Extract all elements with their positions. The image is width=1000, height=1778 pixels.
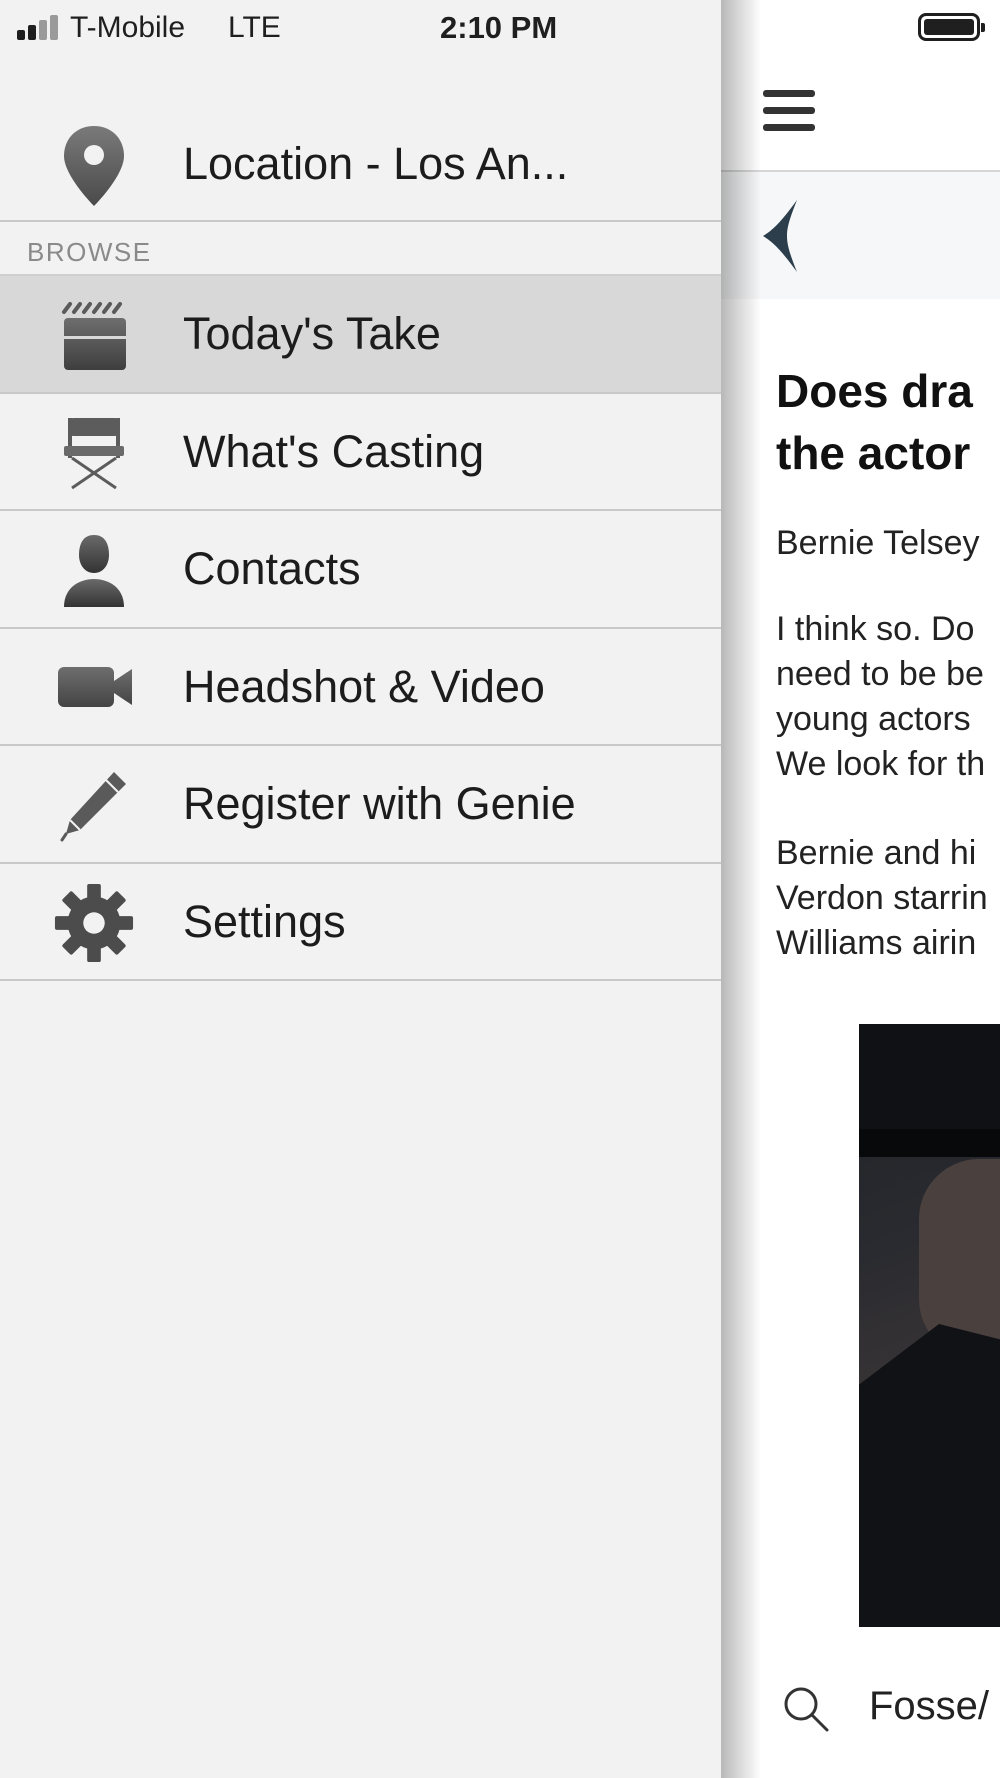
menu-item-label: Settings xyxy=(183,895,346,947)
back-chevron-icon[interactable] xyxy=(763,200,803,272)
menu-item-label: Headshot & Video xyxy=(183,660,545,712)
menu-item-todays-take[interactable]: Today's Take xyxy=(0,276,721,394)
location-label: Location - Los An... xyxy=(183,138,569,189)
carrier-name: T-Mobile xyxy=(70,11,186,44)
network-type: LTE xyxy=(228,11,281,44)
article-body: Does dra the actor Bernie Telsey I think… xyxy=(776,360,1000,966)
browse-section-header: BROWSE xyxy=(0,224,721,276)
menu-item-label: Register with Genie xyxy=(183,778,576,829)
article-headline: Does dra the actor xyxy=(776,365,973,479)
menu-item-label: Contacts xyxy=(183,543,361,594)
person-icon xyxy=(64,535,124,607)
pencil-icon xyxy=(60,772,126,842)
battery-icon xyxy=(918,13,985,41)
clapperboard-icon xyxy=(62,302,126,370)
article-paragraph: Bernie and hi Verdon starrin Williams ai… xyxy=(776,834,988,962)
menu-item-label: Today's Take xyxy=(183,308,441,359)
status-time: 2:10 PM xyxy=(440,10,558,45)
related-search-text[interactable]: Fosse/ xyxy=(869,1684,989,1729)
article-byline: Bernie Telsey xyxy=(776,524,980,562)
menu-item-register-with-genie[interactable]: Register with Genie xyxy=(0,746,721,864)
video-camera-icon xyxy=(58,666,132,707)
related-search[interactable]: Fosse/ xyxy=(721,1670,1000,1750)
gear-icon xyxy=(54,883,134,962)
hamburger-menu-icon[interactable] xyxy=(763,90,815,132)
menu-item-contacts[interactable]: Contacts xyxy=(0,511,721,629)
director-chair-icon xyxy=(64,417,124,489)
search-icon xyxy=(784,1687,829,1732)
location-selector[interactable]: Location - Los An... xyxy=(0,58,721,222)
content-panel[interactable]: Does dra the actor Bernie Telsey I think… xyxy=(721,0,1000,1778)
article-paragraph: I think so. Do need to be be young actor… xyxy=(776,610,986,783)
map-pin-icon xyxy=(64,126,124,206)
menu-item-label: What's Casting xyxy=(183,425,485,477)
menu-item-headshot-video[interactable]: Headshot & Video xyxy=(0,628,721,746)
side-drawer: Location - Los An... BROWSE Today's Take xyxy=(0,0,721,1778)
status-bar: T-Mobile LTE 2:10 PM xyxy=(0,0,1000,58)
menu-item-settings[interactable]: Settings xyxy=(0,863,721,981)
article-photo xyxy=(859,1024,1000,1627)
menu-item-whats-casting[interactable]: What's Casting xyxy=(0,393,721,511)
drawer-menu: Today's Take What's Casting Contacts Hea… xyxy=(0,276,721,981)
sub-nav-bar xyxy=(721,172,1000,299)
